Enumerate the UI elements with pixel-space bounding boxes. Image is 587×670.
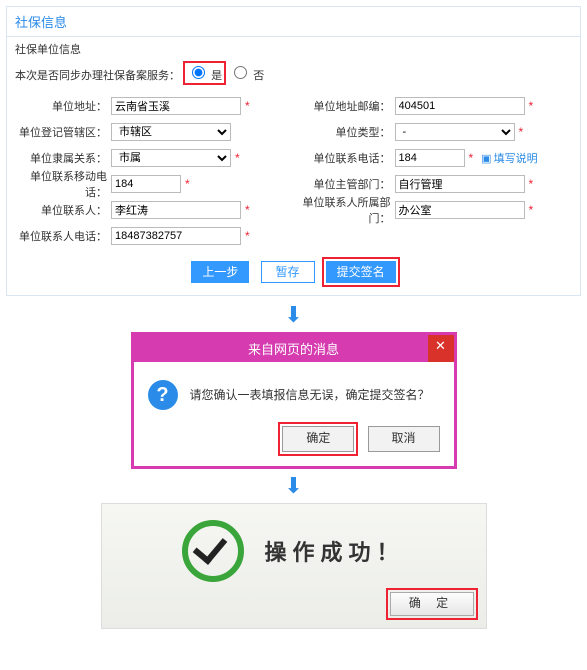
required-star: * [469, 151, 474, 165]
region-select[interactable]: 市辖区 [111, 123, 231, 141]
required-star: * [529, 177, 534, 191]
dialog-body: ? 请您确认一表填报信息无误，确定提交签名？ [134, 362, 454, 426]
success-text: 操作成功！ [264, 535, 404, 567]
radio-no-label: 否 [253, 70, 264, 82]
button-row: 上一步 暂存 提交签名 [7, 253, 580, 295]
contact-dept-input[interactable] [395, 201, 525, 219]
dialog-buttons: 确定 取消 [134, 426, 454, 466]
sync-service-radio-row: 本次是否同步办理社保备案服务： 是 否 [7, 57, 580, 89]
contact-dept-label: 单位联系人所属部门： [299, 194, 391, 226]
sync-service-label: 本次是否同步办理社保备案服务： [15, 70, 180, 82]
belong-label: 单位隶属关系： [15, 150, 107, 166]
success-panel: 操作成功！ 确 定 [101, 503, 487, 629]
dept-label: 单位主管部门： [299, 176, 391, 192]
required-star: * [185, 177, 190, 191]
flow-arrow-icon: ⬇ [0, 302, 587, 328]
flow-arrow-icon: ⬇ [0, 473, 587, 499]
save-button[interactable]: 暂存 [261, 261, 315, 283]
region-label: 单位登记管辖区： [15, 124, 107, 140]
social-insurance-panel: 社保信息 社保单位信息 本次是否同步办理社保备案服务： 是 否 单位地址： * … [6, 6, 581, 296]
type-label: 单位类型： [299, 124, 391, 140]
prev-button[interactable]: 上一步 [191, 261, 249, 283]
close-icon[interactable]: ✕ [428, 335, 454, 362]
required-star: * [519, 125, 524, 139]
mobile-label: 单位联系移动电话： [15, 168, 107, 200]
panel-title: 社保信息 [7, 7, 580, 37]
required-star: * [529, 99, 534, 113]
dialog-cancel-button[interactable]: 取消 [368, 426, 440, 452]
success-ok-button[interactable]: 确 定 [390, 592, 474, 616]
contact-tel-label: 单位联系人电话： [15, 228, 107, 244]
dialog-ok-button[interactable]: 确定 [282, 426, 354, 452]
submit-sign-button[interactable]: 提交签名 [326, 261, 396, 283]
panel-subtitle: 社保单位信息 [7, 37, 580, 57]
success-row: 操作成功！ [114, 516, 474, 592]
type-select[interactable]: - [395, 123, 515, 141]
required-star: * [245, 99, 250, 113]
zip-label: 单位地址邮编： [299, 98, 391, 114]
zip-input[interactable] [395, 97, 525, 115]
required-star: * [529, 203, 534, 217]
dialog-title-bar: 来自网页的消息 ✕ [134, 335, 454, 362]
belong-select[interactable]: 市属 [111, 149, 231, 167]
check-icon [182, 520, 244, 582]
form-grid: 单位地址： * 单位地址邮编： * 单位登记管辖区： 市辖区 单位类型： - *… [7, 89, 580, 253]
radio-yes-label: 是 [211, 70, 222, 82]
tel-label: 单位联系电话： [299, 150, 391, 166]
required-star: * [245, 203, 250, 217]
addr-label: 单位地址： [15, 98, 107, 114]
dept-input[interactable] [395, 175, 525, 193]
square-icon: ▣ [481, 152, 491, 165]
radio-yes[interactable] [192, 66, 205, 79]
required-star: * [245, 229, 250, 243]
contact-input[interactable] [111, 201, 241, 219]
mobile-input[interactable] [111, 175, 181, 193]
radio-yes-highlight: 是 [183, 61, 226, 85]
question-icon: ? [148, 380, 178, 410]
contact-tel-input[interactable] [111, 227, 241, 245]
radio-no[interactable] [234, 66, 247, 79]
contact-label: 单位联系人： [15, 202, 107, 218]
required-star: * [235, 151, 240, 165]
addr-input[interactable] [111, 97, 241, 115]
confirm-dialog: 来自网页的消息 ✕ ? 请您确认一表填报信息无误，确定提交签名？ 确定 取消 [131, 332, 457, 469]
dialog-title: 来自网页的消息 [248, 342, 339, 357]
tel-input[interactable] [395, 149, 465, 167]
dialog-message: 请您确认一表填报信息无误，确定提交签名？ [190, 386, 430, 403]
tel-help-link[interactable]: ▣ 填写说明 [481, 150, 537, 166]
